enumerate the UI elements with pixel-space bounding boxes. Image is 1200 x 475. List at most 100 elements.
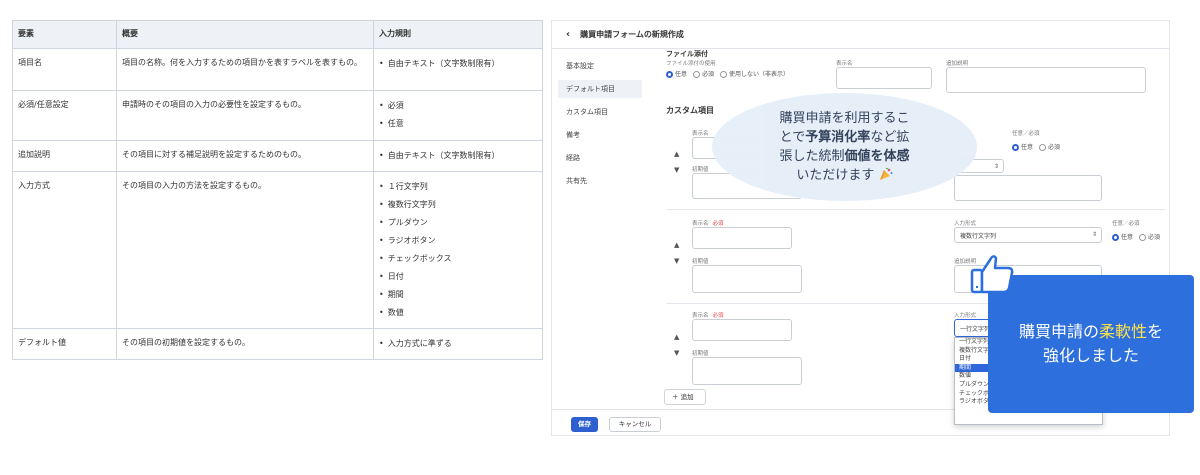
radio-off-icon (1139, 234, 1147, 241)
file-display-input[interactable] (836, 67, 932, 89)
row2-optreq-label: 任意／必須 (1112, 221, 1140, 227)
rule-item: プルダウン (379, 214, 537, 232)
row-divider (666, 209, 1166, 210)
file-usage-radios: 任意 必須 使用しない（非表示） (666, 69, 789, 78)
sidebar-item-default[interactable]: デフォルト項目 (558, 80, 642, 98)
rule-item: 自由テキスト（文字数制限有） (379, 147, 537, 165)
radio-any[interactable]: 任意 (666, 69, 687, 78)
move-up-icon[interactable]: ▲ (674, 150, 679, 158)
row3-initial-label: 初期値 (692, 351, 709, 357)
radio-off-icon (693, 71, 701, 78)
cell-desc: その項目の入力の方法を設定するもの。 (116, 171, 374, 329)
cancel-button[interactable]: キャンセル (609, 417, 661, 432)
row2-initial-input[interactable] (692, 265, 802, 293)
file-display-label: 表示名 (836, 61, 853, 67)
add-field-button[interactable]: ＋ 追加 (664, 389, 706, 405)
row1-initial-label: 初期値 (692, 167, 709, 173)
sidebar-item-basic[interactable]: 基本設定 (558, 57, 642, 75)
rule-item: 自由テキスト（文字数制限有） (379, 55, 537, 73)
page-header: ‹ 購買申請フォームの新規作成 (552, 21, 1169, 49)
radio-off-icon (720, 71, 728, 78)
radio-required[interactable]: 必須 (1039, 142, 1060, 151)
file-extra-textarea[interactable] (946, 67, 1146, 93)
back-chevron-icon[interactable]: ‹ (566, 29, 570, 40)
rule-item: 複数行文字列 (379, 196, 537, 214)
cell-desc: 申請時のその項目の入力の必要性を設定するもの。 (116, 90, 374, 141)
save-button[interactable]: 保存 (571, 417, 598, 432)
sidebar-item-custom[interactable]: カスタム項目 (558, 103, 642, 121)
cell-item: 必須/任意設定 (12, 90, 117, 141)
radio-any[interactable]: 任意 (1112, 232, 1133, 241)
select-arrow-icon: ⇕ (993, 163, 999, 170)
row1-extra-textarea[interactable] (954, 175, 1102, 201)
sidebar-item-notes[interactable]: 備考 (558, 126, 642, 144)
party-popper-icon (879, 167, 893, 180)
file-extra-label: 追加説明 (946, 61, 969, 67)
cell-desc: 項目の名称。何を入力するための項目かを表すラベルを表すもの。 (116, 48, 374, 91)
table-row: 必須/任意設定 申請時のその項目の入力の必要性を設定するもの。 必須 任意 (12, 90, 543, 141)
move-down-icon[interactable]: ▼ (674, 257, 679, 265)
radio-any[interactable]: 任意 (1012, 142, 1033, 151)
row3-type-label: 入力形式 (954, 313, 977, 319)
cell-rules: 必須 任意 (373, 90, 543, 141)
banner-text: 購買申請の柔軟性を 強化しました (1018, 322, 1164, 365)
rule-item: チェックボックス (379, 250, 537, 268)
move-up-icon[interactable]: ▲ (674, 333, 679, 341)
radio-on-icon (1012, 144, 1019, 151)
page-title: 購買申請フォームの新規作成 (580, 30, 684, 39)
spec-table: 要素 概要 入力規則 項目名 項目の名称。何を入力するための項目かを表すラベルを… (12, 20, 543, 360)
cell-desc: その項目に対する補足説明を設定するためのもの。 (116, 140, 374, 172)
radio-on-icon (666, 71, 673, 78)
row2-display-label: 表示名 必須 (692, 221, 724, 227)
cell-item: 項目名 (12, 48, 117, 91)
table-row: デフォルト値 その項目の初期値を設定するもの。 入力方式に準ずる (12, 328, 543, 360)
move-down-icon[interactable]: ▼ (674, 166, 679, 174)
file-usage-label: ファイル添付の使用 (666, 61, 716, 67)
radio-required[interactable]: 必須 (693, 69, 714, 78)
row1-optreq-label: 任意／必須 (1012, 131, 1040, 137)
cell-desc: その項目の初期値を設定するもの。 (116, 328, 374, 360)
rule-item: 任意 (379, 115, 537, 133)
radio-on-icon (1112, 234, 1119, 241)
table-row: 項目名 項目の名称。何を入力するための項目かを表すラベルを表すもの。 自由テキス… (12, 48, 543, 91)
rule-item: 入力方式に準ずる (379, 335, 537, 353)
table-row: 追加説明 その項目に対する補足説明を設定するためのもの。 自由テキスト（文字数制… (12, 140, 543, 172)
row1-optreq-radios: 任意 必須 (1012, 142, 1060, 151)
sidebar: 基本設定 デフォルト項目 カスタム項目 備考 経路 共有先 (552, 49, 648, 409)
row2-initial-label: 初期値 (692, 259, 709, 265)
table-row: 入力方式 その項目の入力の方法を設定するもの。 １行文字列 複数行文字列 プルダ… (12, 171, 543, 329)
row3-display-label: 表示名 必須 (692, 313, 724, 319)
thumbs-up-icon (970, 255, 1014, 294)
rule-item: ラジオボタン (379, 232, 537, 250)
move-up-icon[interactable]: ▲ (674, 241, 679, 249)
cell-item: 追加説明 (12, 140, 117, 172)
row2-type-label: 入力形式 (954, 221, 977, 227)
col-header-rule: 入力規則 (373, 20, 543, 49)
radio-hidden[interactable]: 使用しない（非表示） (720, 69, 789, 78)
file-section-heading: ファイル添付 (666, 50, 708, 58)
row3-display-input[interactable] (692, 319, 792, 341)
row2-type-select[interactable]: 複数行文字列 ⇕ (954, 227, 1102, 243)
cell-rules: 自由テキスト（文字数制限有） (373, 140, 543, 172)
move-down-icon[interactable]: ▼ (674, 349, 679, 357)
radio-off-icon (1039, 144, 1047, 151)
cell-item: デフォルト値 (12, 328, 117, 360)
table-header-row: 要素 概要 入力規則 (12, 20, 543, 49)
sidebar-item-route[interactable]: 経路 (558, 149, 642, 167)
callout-text: 購買申請を利用するこ とで予算消化率など拡 張した統制価値を体感 いただけます (779, 111, 910, 183)
sidebar-item-share[interactable]: 共有先 (558, 172, 642, 190)
col-header-summary: 概要 (116, 20, 374, 49)
rule-item: 日付 (379, 268, 537, 286)
custom-section-title: カスタム項目 (666, 106, 714, 115)
row2-display-input[interactable] (692, 227, 792, 249)
rule-item: 必須 (379, 97, 537, 115)
cell-rules: 入力方式に準ずる (373, 328, 543, 360)
cell-rules: 自由テキスト（文字数制限有） (373, 48, 543, 91)
cell-rules: １行文字列 複数行文字列 プルダウン ラジオボタン チェックボックス 日付 期間… (373, 171, 543, 329)
radio-required[interactable]: 必須 (1139, 232, 1160, 241)
row3-initial-input[interactable] (692, 357, 802, 385)
rule-item: １行文字列 (379, 178, 537, 196)
select-arrow-icon: ⇕ (1091, 231, 1097, 238)
cell-item: 入力方式 (12, 171, 117, 329)
rule-item: 期間 (379, 286, 537, 304)
